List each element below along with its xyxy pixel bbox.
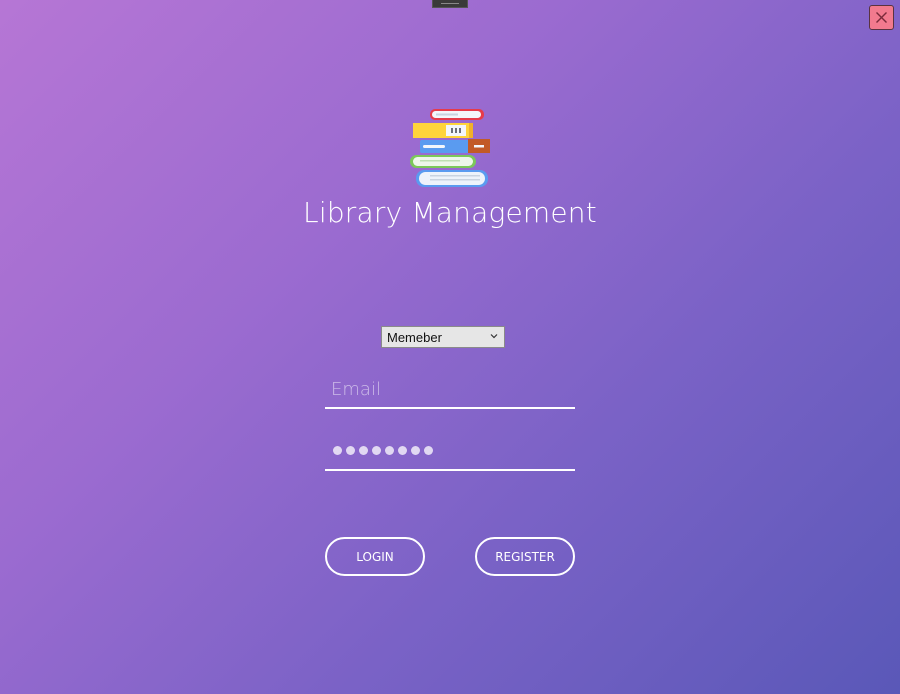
close-icon (876, 12, 887, 23)
app-title: Library Management (303, 196, 597, 229)
password-dot (333, 446, 342, 455)
book-stack-icon (410, 109, 490, 187)
email-field[interactable] (325, 371, 575, 407)
role-select[interactable]: Memeber (381, 326, 505, 348)
close-button[interactable] (869, 5, 894, 30)
role-select-value: Memeber (387, 329, 442, 345)
password-dot (411, 446, 420, 455)
login-button[interactable]: LOGIN (325, 537, 425, 576)
password-dot (346, 446, 355, 455)
email-field-wrapper (325, 371, 575, 409)
password-field[interactable] (325, 433, 575, 471)
password-dot (372, 446, 381, 455)
login-window: Library Management Memeber LOGIN REGISTE… (0, 0, 900, 694)
password-dot (424, 446, 433, 455)
password-dot (385, 446, 394, 455)
password-mask (333, 446, 433, 455)
chevron-down-icon (490, 334, 498, 339)
password-dot (398, 446, 407, 455)
password-dot (359, 446, 368, 455)
window-drag-handle[interactable] (432, 0, 468, 8)
register-button[interactable]: REGISTER (475, 537, 575, 576)
